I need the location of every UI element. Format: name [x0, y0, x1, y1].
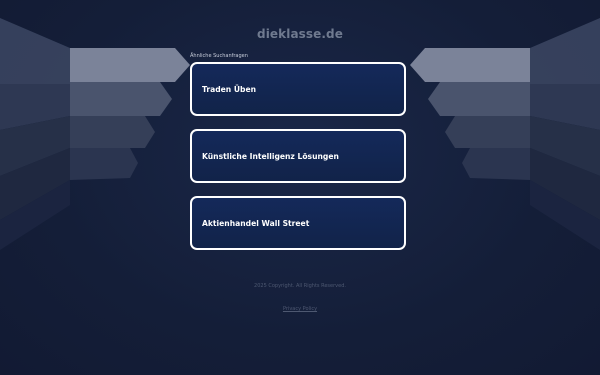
related-search-label: Künstliche Intelligenz Lösungen: [202, 151, 339, 161]
privacy-policy-link[interactable]: Privacy Policy: [283, 306, 317, 312]
related-search-link-kuenstliche-intelligenz[interactable]: Künstliche Intelligenz Lösungen: [190, 129, 406, 183]
parked-domain-page: dieklasse.de Ähnliche Suchanfragen Trade…: [0, 0, 600, 375]
footer-privacy: Privacy Policy: [0, 295, 600, 314]
related-searches-label: Ähnliche Suchanfragen: [190, 53, 248, 59]
related-search-link-aktienhandel[interactable]: Aktienhandel Wall Street: [190, 196, 406, 250]
background-decoration: [0, 18, 600, 250]
related-search-label: Traden Üben: [202, 84, 257, 94]
related-search-label: Aktienhandel Wall Street: [202, 218, 310, 228]
related-search-link-traden-ueben[interactable]: Traden Üben: [190, 62, 406, 116]
site-title: dieklasse.de: [257, 27, 343, 41]
footer-copyright: 2025 Copyright. All Rights Reserved.: [254, 283, 346, 289]
